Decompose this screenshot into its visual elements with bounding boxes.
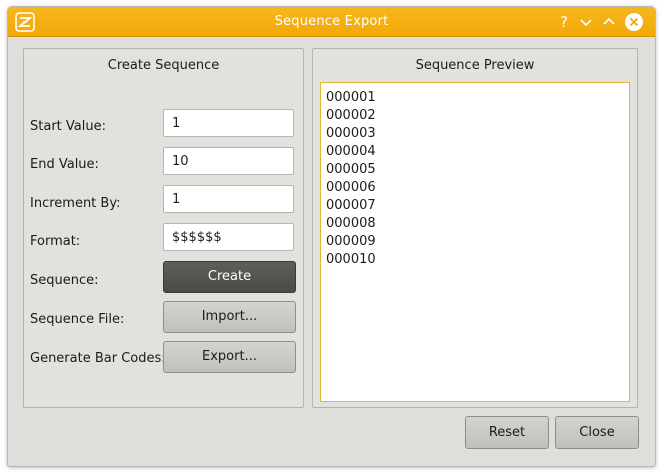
preview-line: 000008 [326,216,376,231]
sequence-export-window: Sequence Export ? Create Sequence Start … [7,6,656,467]
generate-barcodes-label: Generate Bar Codes: [30,351,166,366]
minimize-icon[interactable] [576,12,596,32]
reset-button-label: Reset [488,425,526,440]
preview-line: 000005 [326,162,376,177]
preview-line: 000001 [326,90,376,105]
maximize-icon[interactable] [599,12,619,32]
export-button[interactable]: Export... [163,341,296,373]
increment-input[interactable] [163,185,294,213]
create-button[interactable]: Create [163,261,296,293]
close-icon[interactable] [624,12,644,32]
end-value-label: End Value: [30,157,99,172]
increment-label: Increment By: [30,196,121,211]
svg-text:?: ? [560,13,568,31]
start-value-input[interactable] [163,109,294,137]
import-button[interactable]: Import... [163,301,296,333]
sequence-preview-box[interactable]: 000001 000002 000003 000004 000005 00000… [320,82,630,402]
create-sequence-panel: Create Sequence Start Value: End Value: … [23,48,304,408]
sequence-file-label: Sequence File: [30,312,125,327]
end-value-input[interactable] [163,147,294,175]
sequence-label: Sequence: [30,273,99,288]
preview-line: 000003 [326,126,376,141]
reset-button[interactable]: Reset [465,416,549,449]
sequence-preview-title: Sequence Preview [415,58,535,73]
preview-line: 000004 [326,144,376,159]
sequence-preview-panel: Sequence Preview 000001 000002 000003 00… [312,48,638,408]
preview-line: 000009 [326,234,376,249]
preview-line: 000002 [326,108,376,123]
export-button-label: Export... [202,349,257,364]
import-button-label: Import... [201,309,258,324]
format-label: Format: [30,234,81,249]
create-button-label: Create [207,269,252,284]
preview-line: 000006 [326,180,376,195]
close-button-label: Close [579,425,615,440]
title-bar[interactable]: Sequence Export ? [8,7,655,37]
close-button[interactable]: Close [555,416,639,449]
preview-line: 000010 [326,252,376,267]
start-value-label: Start Value: [30,119,106,134]
preview-line: 000007 [326,198,376,213]
help-icon[interactable]: ? [554,12,574,32]
format-input[interactable] [163,223,294,251]
create-sequence-title: Create Sequence [107,58,220,73]
